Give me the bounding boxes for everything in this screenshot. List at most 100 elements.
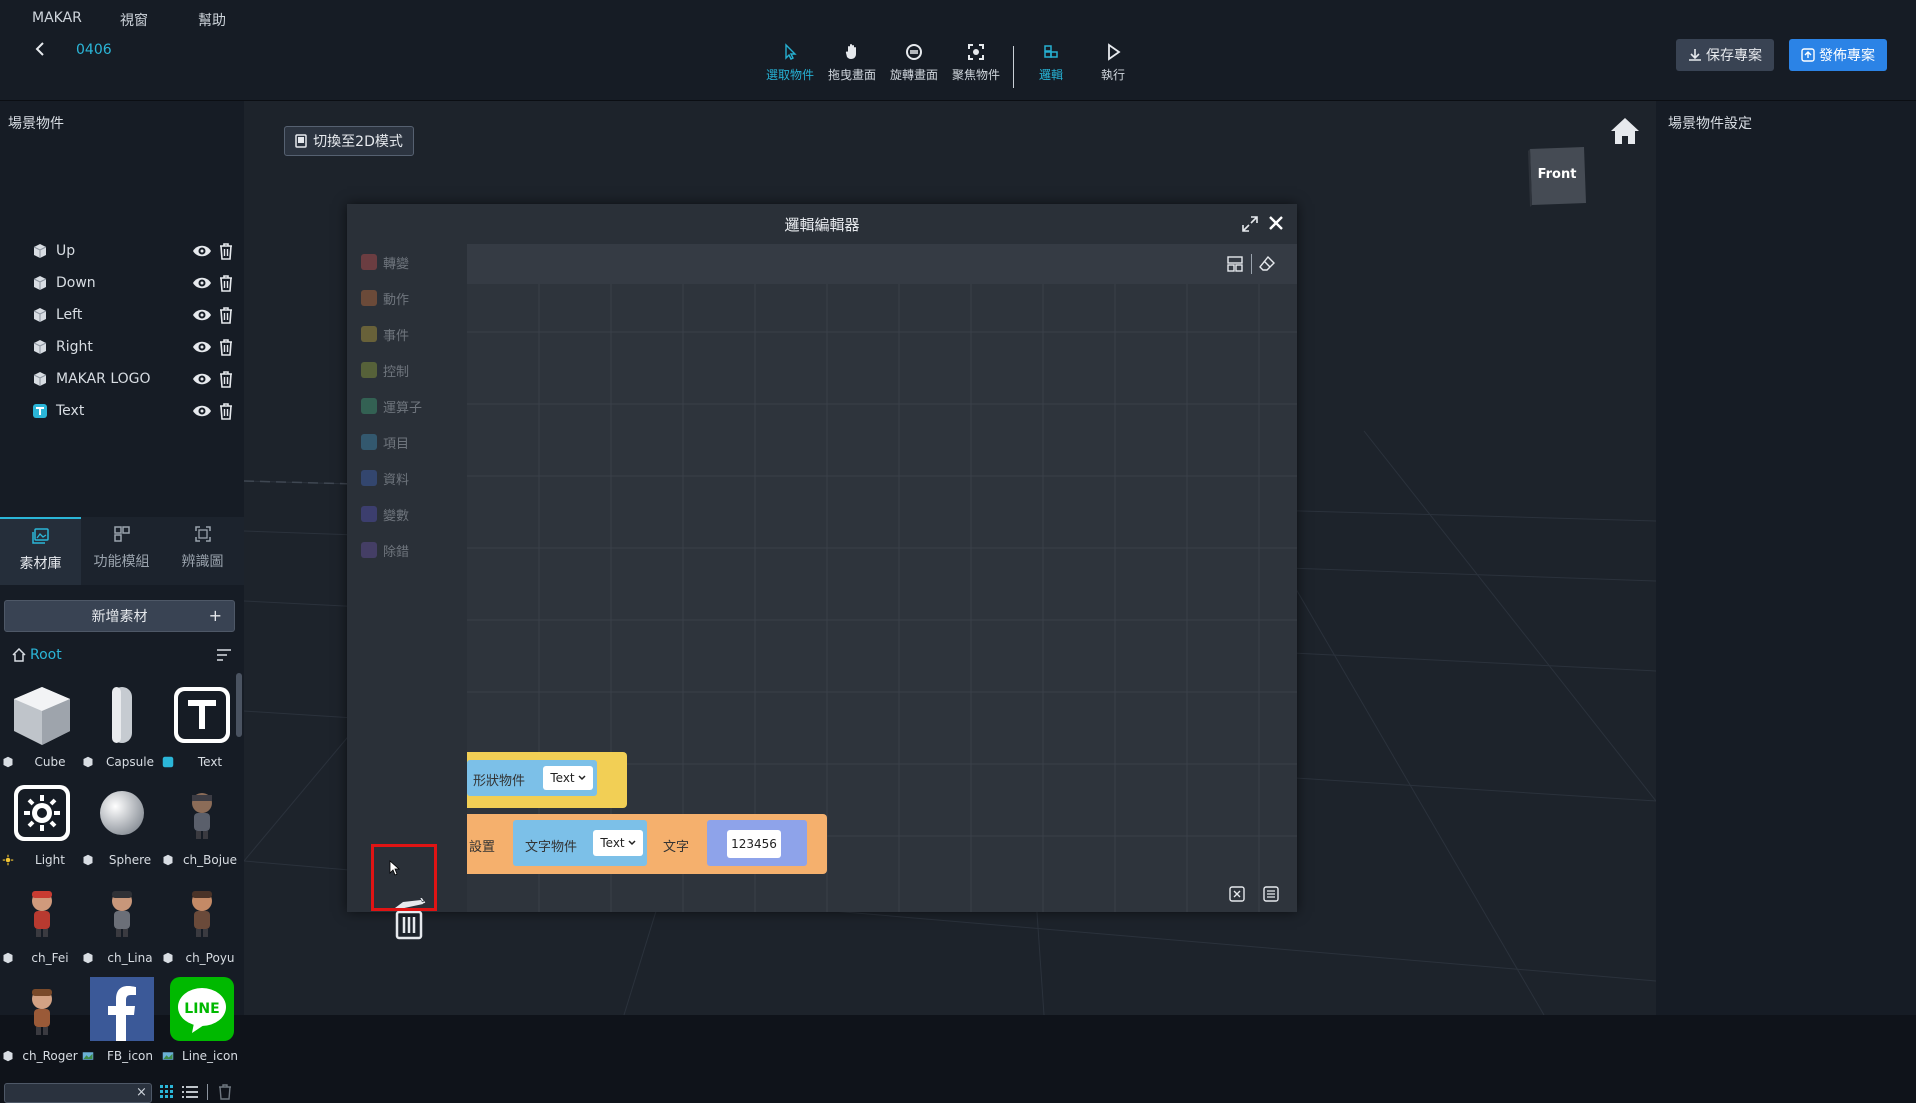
character-thumbnail (192, 891, 212, 937)
asset-item[interactable]: Light (2, 781, 82, 879)
category-transform[interactable]: 轉變 (361, 250, 461, 274)
asset-item[interactable]: ch_Fei (2, 879, 82, 977)
asset-item[interactable]: FB_icon (82, 977, 162, 1075)
logic-workspace[interactable] (467, 244, 1297, 912)
eraser-icon[interactable] (1259, 256, 1275, 272)
navigation-cube[interactable]: Front (1522, 145, 1588, 209)
category-action[interactable]: 動作 (361, 286, 461, 310)
tab-modules-label: 功能模組 (93, 554, 150, 570)
category-variables[interactable]: 變數 (361, 502, 461, 526)
tab-asset-library[interactable]: 素材庫 (0, 517, 81, 585)
expand-icon[interactable] (1242, 216, 1258, 232)
asset-name: Sphere (108, 853, 152, 867)
scene-object-row[interactable]: Right (32, 333, 236, 361)
logic-editor-toolbar (467, 244, 1297, 284)
sort-icon[interactable] (216, 649, 232, 661)
logic-blocks-icon (1041, 42, 1061, 62)
upload-icon (1801, 48, 1815, 62)
text-value-input[interactable]: 123456 (727, 830, 781, 858)
category-items[interactable]: 項目 (361, 430, 461, 454)
category-label: 動作 (383, 292, 410, 308)
asset-item[interactable]: Cube (2, 683, 82, 781)
scene-object-name: Text (56, 403, 85, 419)
grid-view-icon[interactable] (160, 1085, 174, 1099)
home-view-icon[interactable] (1610, 117, 1640, 145)
category-debug[interactable]: 除錯 (361, 538, 461, 562)
trash-icon[interactable] (216, 337, 236, 357)
asset-item[interactable]: Sphere (82, 781, 162, 879)
trash-icon[interactable] (216, 241, 236, 261)
tool-rotate[interactable]: 旋轉畫面 (884, 42, 944, 83)
eye-icon[interactable] (192, 401, 212, 421)
asset-item[interactable] (0, 584, 80, 682)
scene-object-row[interactable]: MAKAR LOGO (32, 365, 236, 393)
eye-icon[interactable] (192, 273, 212, 293)
tool-run-label: 執行 (1100, 68, 1125, 82)
delete-asset-icon[interactable] (218, 1084, 232, 1100)
set-text-block[interactable]: 設置 文字物件 Text 文字 123456 (467, 814, 827, 874)
trash-icon[interactable] (216, 273, 236, 293)
scene-objects-title: 場景物件 (8, 116, 64, 132)
tool-logic[interactable]: 邏輯 (1021, 42, 1081, 83)
asset-search-input[interactable] (4, 1083, 152, 1103)
category-event[interactable]: 事件 (361, 322, 461, 346)
menu-window[interactable]: 視窗 (120, 10, 148, 30)
eye-icon[interactable] (192, 337, 212, 357)
trash-icon[interactable] (216, 305, 236, 325)
asset-item[interactable]: Text (162, 683, 242, 781)
category-data[interactable]: 資料 (361, 466, 461, 490)
back-arrow-icon[interactable] (34, 42, 46, 56)
scene-object-row[interactable]: Down (32, 269, 236, 297)
scene-object-row[interactable]: Up (32, 237, 236, 265)
asset-item[interactable]: ch_Lina (82, 879, 162, 977)
asset-item[interactable]: ch_Bojue (162, 781, 242, 879)
shape-object-block[interactable]: 形狀物件 Text (467, 752, 627, 808)
clear-search-icon[interactable]: × (136, 1085, 147, 1100)
asset-name: Capsule (106, 755, 154, 769)
publish-project-button[interactable]: 發佈專案 (1789, 39, 1887, 71)
asset-item[interactable]: ch_Roger (2, 977, 82, 1075)
switch-2d-mode-button[interactable]: 切換至2D模式 (284, 126, 414, 156)
trash-icon[interactable] (216, 369, 236, 389)
menu-help[interactable]: 幫助 (198, 10, 226, 30)
cube-icon (33, 308, 47, 322)
scene-object-row[interactable]: Text (32, 397, 236, 425)
category-label: 轉變 (383, 256, 410, 272)
eye-icon[interactable] (192, 305, 212, 325)
layout-icon[interactable] (1227, 256, 1243, 272)
close-icon[interactable] (1268, 215, 1284, 231)
category-operator[interactable]: 運算子 (361, 394, 461, 418)
trash-icon[interactable] (216, 401, 236, 421)
workspace-list-icon[interactable] (1263, 886, 1279, 902)
asset-item[interactable]: ch_Poyu (162, 879, 242, 977)
asset-name: ch_Fei (31, 951, 69, 965)
cube-icon (3, 756, 13, 768)
asset-item[interactable]: LINE Line_icon (162, 977, 242, 1075)
eye-icon[interactable] (192, 369, 212, 389)
light-thumbnail (14, 785, 70, 841)
category-control[interactable]: 控制 (361, 358, 461, 382)
category-swatch (361, 326, 377, 342)
asset-name: ch_Bojue (182, 853, 238, 867)
asset-item[interactable]: Capsule (82, 683, 162, 781)
text-object-label: 文字物件 (525, 840, 578, 855)
save-project-button[interactable]: 保存專案 (1676, 39, 1774, 71)
cube-icon (33, 276, 47, 290)
shape-object-dropdown[interactable]: Text (543, 766, 593, 790)
tablet-icon (295, 134, 307, 148)
tab-modules[interactable]: 功能模組 (81, 517, 162, 585)
eye-icon[interactable] (192, 241, 212, 261)
tool-drag[interactable]: 拖曳畫面 (822, 42, 882, 83)
menu-makar[interactable]: MAKAR (32, 10, 82, 26)
tool-select-label: 選取物件 (765, 68, 814, 82)
tool-run[interactable]: 執行 (1083, 42, 1143, 83)
tab-recognition-images[interactable]: 辨識圖 (162, 517, 243, 585)
text-object-icon (33, 404, 47, 418)
rotate-icon (904, 42, 924, 62)
scene-object-row[interactable]: Left (32, 301, 236, 329)
tool-select[interactable]: 選取物件 (760, 42, 820, 83)
list-view-icon[interactable] (182, 1085, 198, 1099)
tool-focus[interactable]: 聚焦物件 (946, 42, 1006, 83)
clear-workspace-icon[interactable] (1229, 886, 1245, 902)
text-object-dropdown[interactable]: Text (593, 830, 643, 856)
